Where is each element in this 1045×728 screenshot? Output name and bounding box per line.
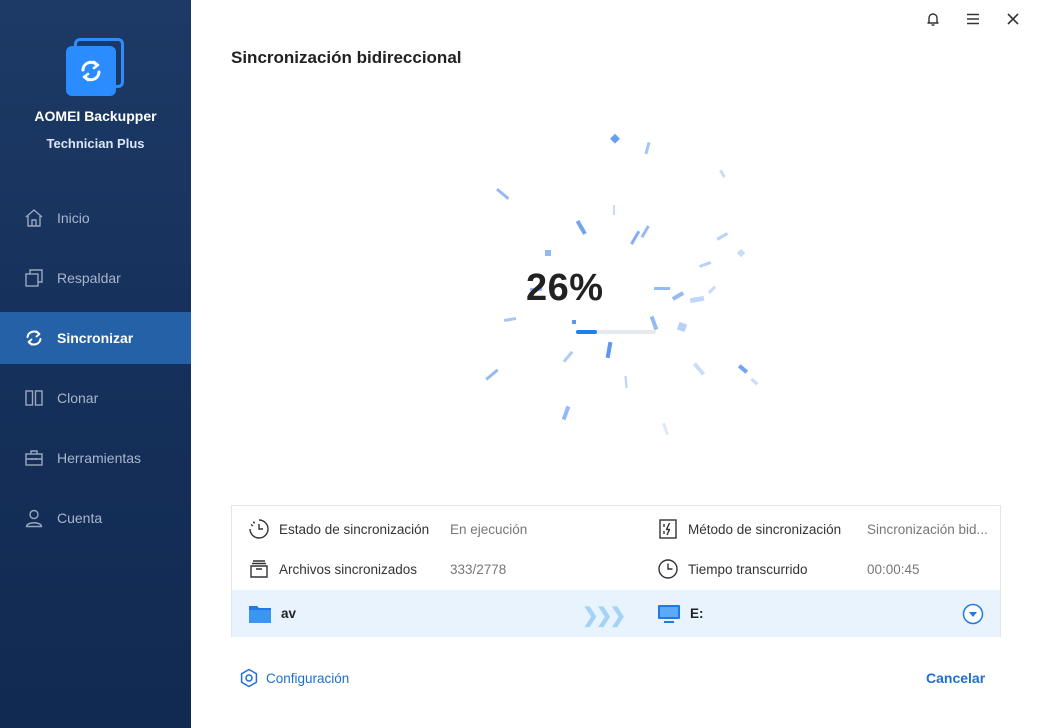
elapsed-field: Tiempo transcurrido 00:00:45 [657, 549, 920, 589]
sidebar-item-label: Inicio [57, 210, 90, 226]
destination-path: E: [657, 590, 704, 637]
sidebar-item-label: Clonar [57, 390, 99, 406]
menu-button[interactable] [953, 8, 993, 30]
method-value: Sincronización bid... [867, 521, 988, 537]
files-stack-icon [250, 560, 268, 578]
sidebar: AOMEI Backupper Technician Plus Inicio R… [0, 0, 191, 728]
page-title: Sincronización bidireccional [231, 48, 462, 67]
sidebar-item-label: Cuenta [57, 510, 103, 526]
method-field: Método de sincronización Sincronización … [657, 509, 988, 549]
sync-details-panel: Estado de sincronización En ejecución Mé… [231, 505, 1001, 637]
sidebar-item-clonar[interactable]: Clonar [0, 372, 191, 424]
destination-path-label: E: [690, 606, 704, 621]
menu-icon [967, 13, 979, 25]
sync-paths-row: av ❯❯❯ E: [232, 590, 1000, 637]
sidebar-item-respaldar[interactable]: Respaldar [0, 252, 191, 304]
method-label: Método de sincronización [688, 521, 842, 537]
files-label: Archivos sincronizados [279, 561, 418, 577]
status-value: En ejecución [450, 521, 528, 537]
sync-method-icon [659, 519, 677, 539]
sidebar-item-sincronizar[interactable]: Sincronizar [0, 312, 191, 364]
sync-logo-icon [81, 60, 101, 82]
sidebar-item-label: Respaldar [57, 270, 121, 286]
close-icon [1007, 13, 1019, 25]
home-icon [25, 209, 43, 227]
configuration-label: Configuración [266, 670, 350, 686]
main-panel: Sincronización bidireccional 26% Estado … [191, 0, 1045, 728]
chevron-down-circle-icon [962, 603, 984, 625]
clock-status-icon [249, 519, 269, 539]
clock-icon [658, 559, 678, 579]
sidebar-item-cuenta[interactable]: Cuenta [0, 492, 191, 544]
app-edition: Technician Plus [46, 136, 145, 151]
clone-icon [25, 390, 43, 406]
configuration-link[interactable]: Configuración [239, 668, 349, 688]
source-path-label: av [281, 606, 297, 621]
folder-icon [249, 605, 271, 623]
close-button[interactable] [993, 8, 1033, 30]
status-label: Estado de sincronización [279, 521, 430, 537]
sidebar-item-inicio[interactable]: Inicio [0, 192, 191, 244]
progress-bar [576, 330, 656, 334]
files-field: Archivos sincronizados 333/2778 [248, 549, 506, 589]
toolbox-icon [25, 450, 43, 466]
sidebar-item-label: Herramientas [57, 450, 142, 466]
backup-icon [25, 269, 43, 287]
expand-details-button[interactable] [962, 603, 984, 625]
progress-percent: 26% [526, 267, 604, 309]
app-logo [66, 38, 126, 98]
cancel-button[interactable]: Cancelar [926, 670, 985, 686]
status-field: Estado de sincronización En ejecución [248, 509, 527, 549]
sync-icon [26, 330, 42, 346]
details-row: Estado de sincronización En ejecución Mé… [232, 509, 1000, 549]
computer-icon [658, 604, 680, 623]
elapsed-value: 00:00:45 [867, 561, 920, 577]
sidebar-nav: Inicio Respaldar Sincronizar Clonar Herr… [0, 192, 191, 552]
notifications-button[interactable] [913, 8, 953, 30]
window-controls [913, 8, 1033, 30]
sync-direction-arrows: ❯❯❯ [582, 605, 626, 627]
details-row: Archivos sincronizados 333/2778 Tiempo t… [232, 549, 1000, 589]
progress-bar-fill [576, 330, 597, 334]
app-name: AOMEI Backupper [34, 108, 157, 124]
elapsed-label: Tiempo transcurrido [688, 561, 808, 577]
files-value: 333/2778 [450, 561, 507, 577]
source-path: av [248, 590, 296, 637]
bell-icon [927, 13, 939, 26]
settings-icon [240, 668, 258, 688]
sidebar-item-herramientas[interactable]: Herramientas [0, 432, 191, 484]
user-icon [25, 509, 43, 528]
sidebar-item-label: Sincronizar [57, 330, 134, 346]
